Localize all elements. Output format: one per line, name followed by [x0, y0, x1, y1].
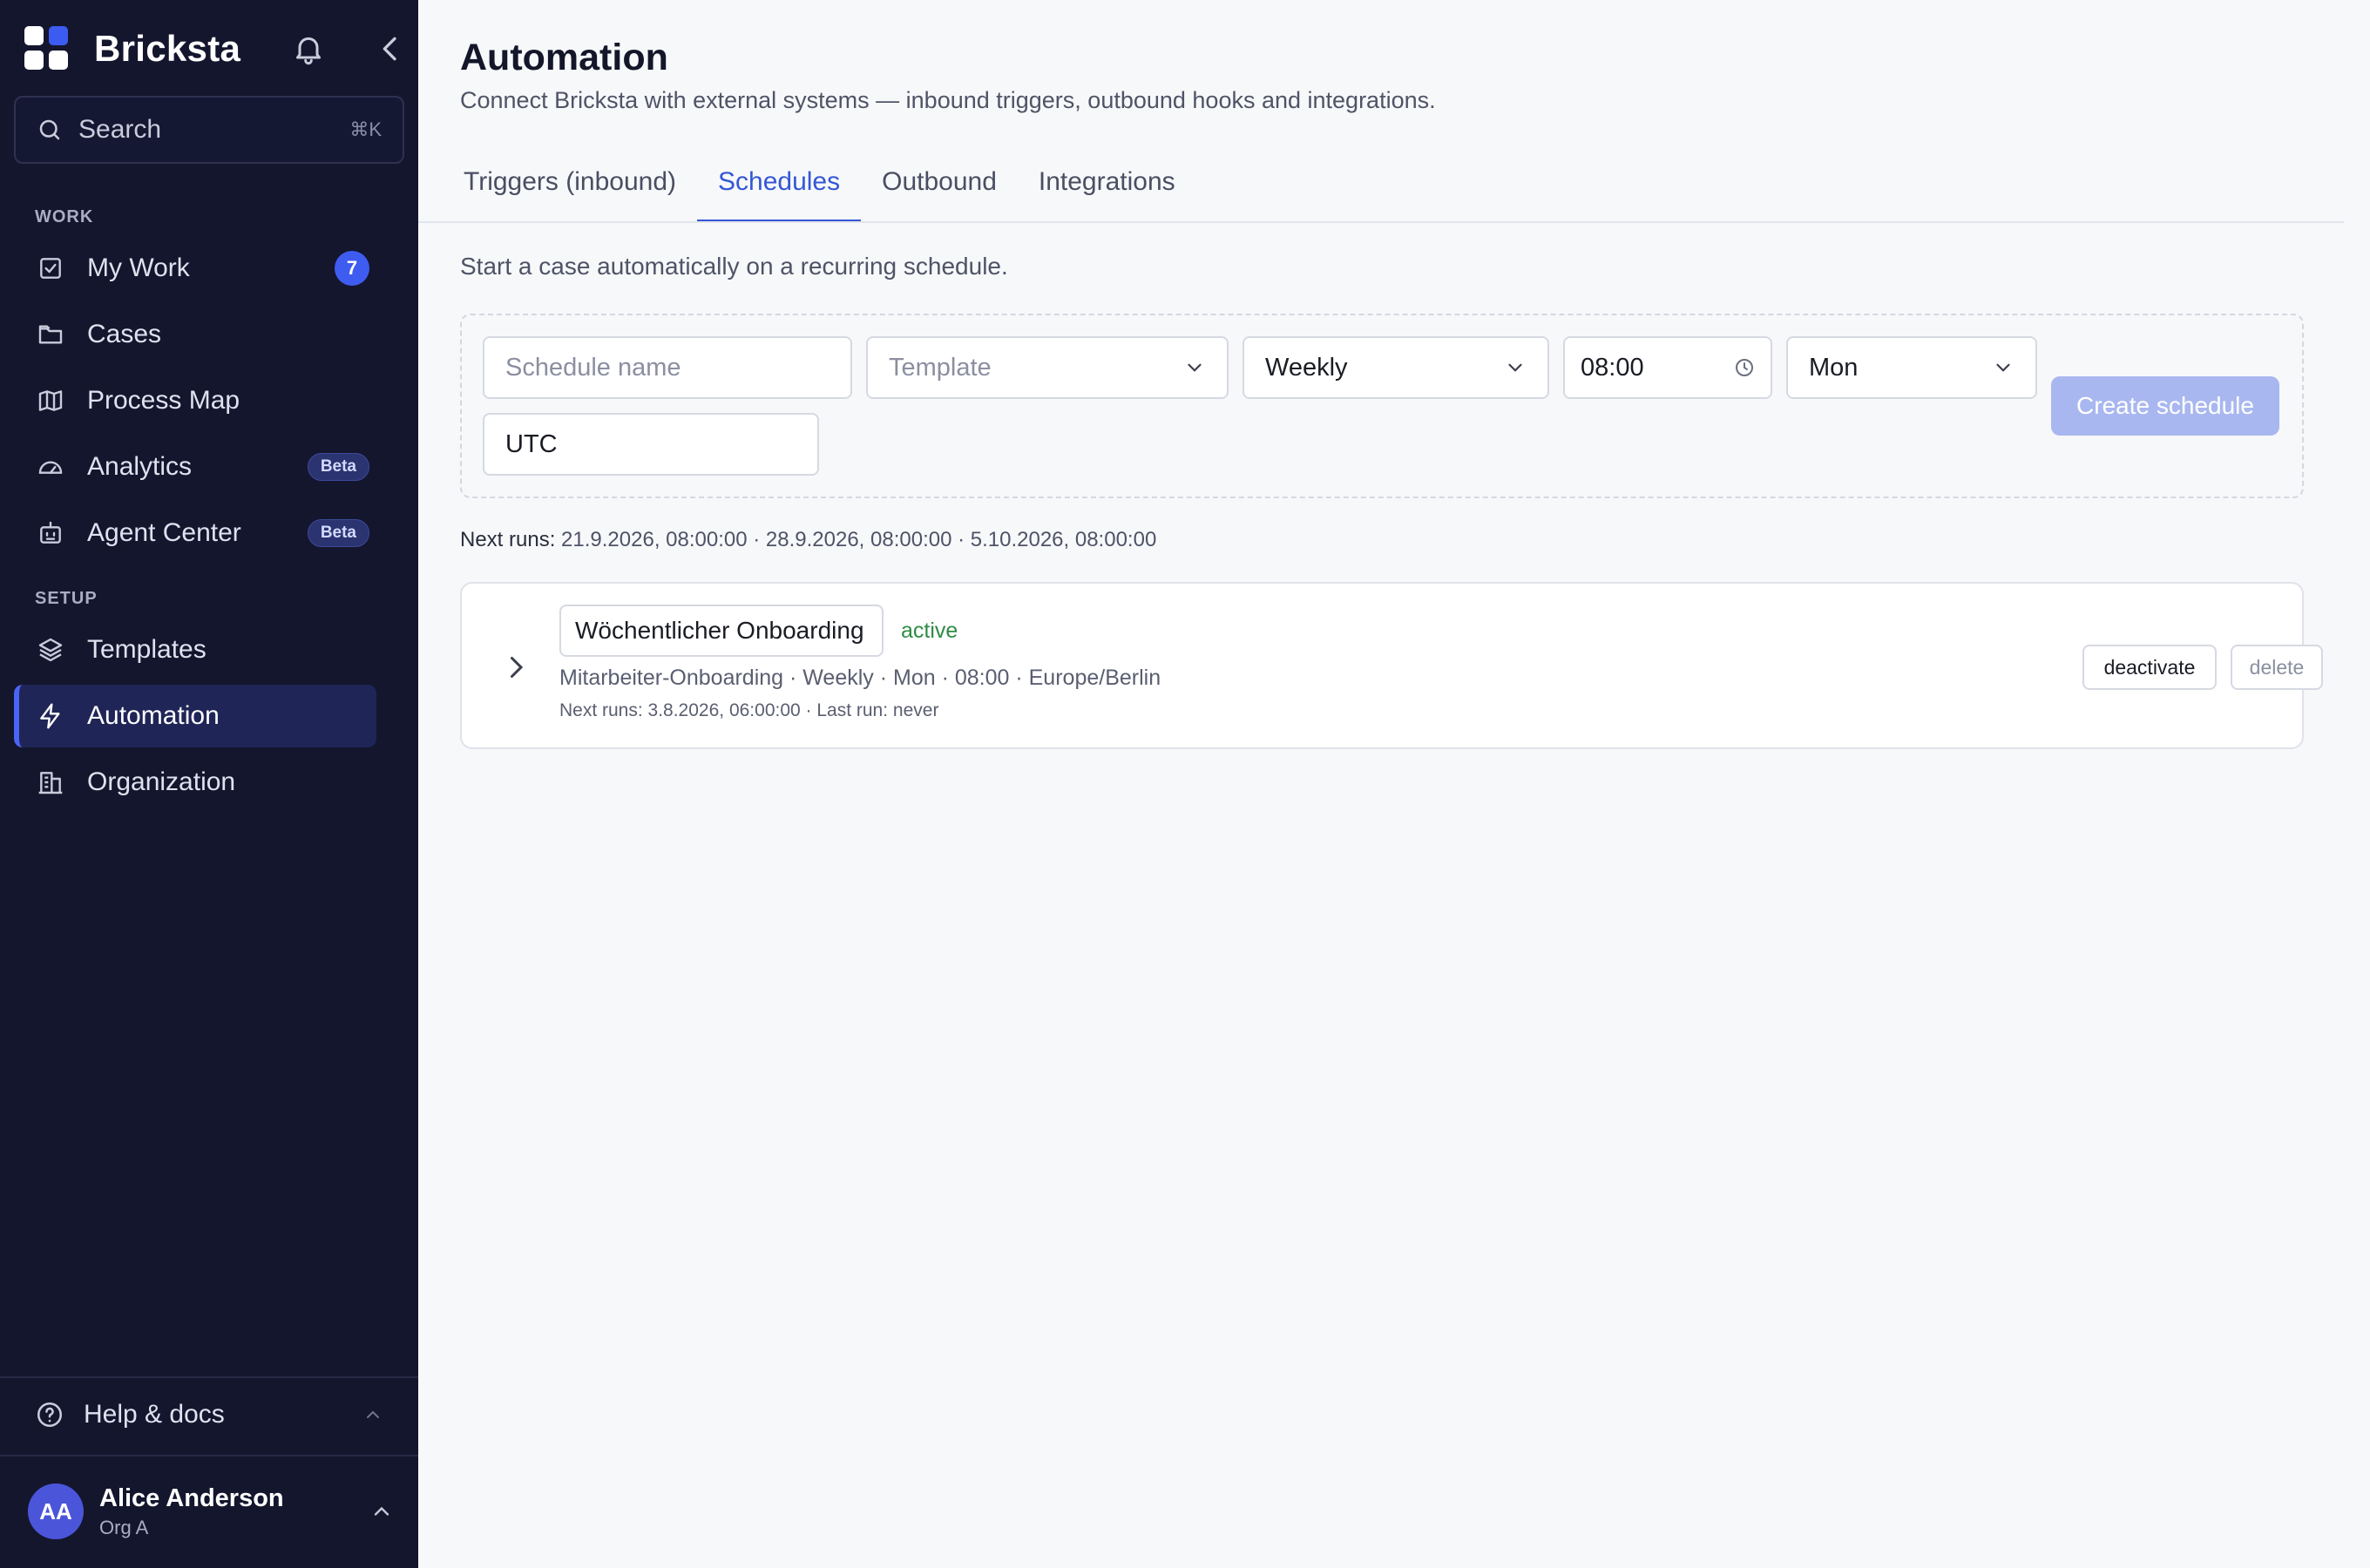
template-select[interactable]: Template [866, 336, 1229, 399]
timezone-field[interactable]: UTC [483, 413, 819, 476]
sidebar-item-process-map[interactable]: Process Map [14, 369, 376, 432]
layers-icon [35, 634, 66, 666]
gauge-icon [35, 451, 66, 483]
chevron-up-icon [374, 1506, 389, 1516]
tab-integrations[interactable]: Integrations [1018, 159, 1196, 223]
schedule-card: Wöchentlicher Onboarding active Mitarbei… [460, 582, 2323, 749]
schedule-name-field[interactable]: Schedule name [483, 336, 852, 399]
help-docs-button[interactable]: Help & docs [35, 1397, 383, 1432]
tab-outbound[interactable]: Outbound [861, 159, 1018, 223]
section-label-setup: SETUP [35, 589, 98, 608]
user-info: Alice Anderson Org A [99, 1484, 369, 1539]
sidebar-item-label: Analytics [87, 452, 193, 481]
tab-divider [418, 221, 2344, 223]
sidebar-item-label: My Work [87, 253, 190, 282]
create-schedule-button[interactable]: Create schedule [2051, 376, 2279, 436]
schedules-intro: Start a case automatically on a recurrin… [460, 253, 1008, 280]
user-name: Alice Anderson [99, 1484, 284, 1512]
delete-button[interactable]: delete [2231, 645, 2323, 690]
main-content: Automation Connect Bricksta with externa… [418, 0, 2370, 1568]
schedule-name-placeholder: Schedule name [505, 353, 681, 382]
sidebar-item-label: Organization [87, 767, 236, 796]
sidebar-item-organization[interactable]: Organization [14, 751, 376, 814]
checkbox-icon [35, 253, 66, 284]
next-runs-values: 21.9.2026, 08:00:00 · 28.9.2026, 08:00:0… [561, 528, 1157, 551]
schedule-name-input[interactable]: Wöchentlicher Onboarding [559, 605, 884, 657]
beta-badge: Beta [307, 453, 369, 481]
lightning-icon [35, 700, 66, 732]
sidebar-item-label: Templates [87, 635, 207, 664]
app-name: Bricksta [94, 28, 241, 69]
avatar: AA [28, 1484, 84, 1539]
tab-triggers-inbound[interactable]: Triggers (inbound) [443, 159, 697, 223]
help-label: Help & docs [84, 1400, 225, 1429]
sidebar-divider [0, 1376, 418, 1378]
next-runs-label: Next runs: [460, 528, 556, 551]
beta-badge: Beta [307, 519, 369, 547]
sidebar-divider [0, 1455, 418, 1456]
chevron-right-icon[interactable] [500, 652, 532, 683]
template-placeholder: Template [889, 353, 992, 382]
map-icon [35, 385, 66, 416]
sidebar-item-agent-center[interactable]: Agent Center Beta [14, 502, 376, 564]
help-icon [37, 1402, 63, 1428]
weekday-value: Mon [1809, 353, 1859, 382]
schedule-runs: Next runs: 3.8.2026, 06:00:00 · Last run… [559, 700, 939, 720]
brand-row: Bricksta [24, 24, 396, 73]
sidebar-item-label: Cases [87, 320, 162, 348]
section-label-work: WORK [35, 207, 94, 226]
time-input[interactable]: 08:00 [1563, 336, 1772, 399]
next-runs-preview: Next runs: 21.9.2026, 08:00:00 · 28.9.20… [460, 528, 1156, 552]
search-shortcut: ⌘K [349, 118, 382, 140]
clock-icon [1736, 359, 1753, 376]
search-input[interactable]: Search ⌘K [14, 96, 404, 164]
deactivate-button[interactable]: deactivate [2082, 645, 2217, 690]
sidebar-item-my-work[interactable]: My Work 7 [14, 237, 376, 300]
robot-icon [35, 517, 66, 549]
chevron-down-icon [1508, 363, 1522, 372]
chevron-down-icon [1188, 363, 1202, 372]
sidebar-item-analytics[interactable]: Analytics Beta [14, 436, 376, 498]
sidebar-item-label: Agent Center [87, 518, 241, 547]
count-badge: 7 [335, 251, 369, 286]
sidebar-item-automation[interactable]: Automation [14, 685, 376, 747]
sidebar-item-label: Automation [87, 701, 220, 730]
search-icon [39, 119, 60, 140]
sidebar-item-templates[interactable]: Templates [14, 618, 376, 681]
status-badge: active [901, 618, 958, 643]
sidebar-item-label: Process Map [87, 386, 240, 415]
tab-bar: Triggers (inbound) Schedules Outbound In… [443, 159, 1196, 223]
bricksta-logo-icon [24, 26, 70, 71]
search-label: Search [78, 115, 162, 144]
collapse-sidebar-icon[interactable] [373, 31, 408, 66]
tab-schedules[interactable]: Schedules [697, 159, 862, 223]
user-org: Org A [99, 1516, 149, 1538]
page-title: Automation [460, 37, 668, 78]
schedule-meta: Mitarbeiter-Onboarding · Weekly · Mon · … [559, 666, 1161, 690]
user-menu[interactable]: AA Alice Anderson Org A [28, 1481, 394, 1542]
sidebar: Bricksta Search ⌘K WORK My Work 7 Cases … [0, 0, 418, 1568]
folder-icon [35, 319, 66, 350]
bell-icon[interactable] [291, 31, 326, 66]
building-icon [35, 767, 66, 798]
weekday-select[interactable]: Mon [1786, 336, 2037, 399]
sidebar-item-cases[interactable]: Cases [14, 303, 376, 366]
timezone-value: UTC [505, 429, 558, 458]
chevron-down-icon [1996, 363, 2010, 372]
frequency-select[interactable]: Weekly [1243, 336, 1549, 399]
chevron-up-icon [367, 1410, 379, 1418]
page-subtitle: Connect Bricksta with external systems —… [460, 87, 1436, 113]
frequency-value: Weekly [1265, 353, 1348, 382]
time-value: 08:00 [1581, 353, 1644, 382]
